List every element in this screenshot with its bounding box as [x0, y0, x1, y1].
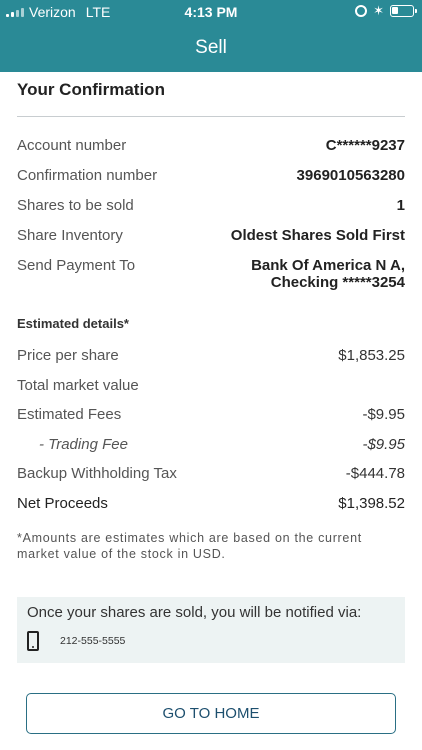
backup-withholding-label: Backup Withholding Tax — [17, 465, 177, 482]
notification-phone-number: 212-555-5555 — [60, 635, 126, 647]
payment-bank: Bank Of America N A, — [251, 257, 405, 274]
estimated-fees-label: Estimated Fees — [17, 406, 122, 423]
send-payment-label: Send Payment To — [17, 257, 136, 274]
estimated-details-heading: Estimated details* — [17, 316, 129, 331]
confirmation-details: Account number C******9237 Confirmation … — [17, 137, 405, 315]
notification-phone-line: 212-555-5555 — [27, 631, 395, 651]
share-inventory-row: Share Inventory Oldest Shares Sold First — [17, 227, 405, 257]
section-title: Your Confirmation — [17, 80, 165, 99]
send-payment-value: Bank Of America N A, Checking *****3254 — [251, 257, 405, 291]
confirmation-content: Your Confirmation Account number C******… — [17, 72, 405, 562]
page-title: Sell — [195, 37, 227, 58]
bluetooth-icon: ✶ — [373, 3, 384, 18]
total-market-value-label: Total market value — [17, 376, 139, 394]
notification-box: Once your shares are sold, you will be n… — [17, 597, 405, 663]
estimated-fees-row: Estimated Fees -$9.95 — [17, 406, 405, 436]
price-per-share-row: Price per share $1,853.25 — [17, 347, 405, 377]
send-payment-row: Send Payment To Bank Of America N A, Che… — [17, 257, 405, 315]
estimated-fees-value: -$9.95 — [362, 406, 405, 423]
account-number-row: Account number C******9237 — [17, 137, 405, 167]
nav-bar: Sell — [0, 26, 422, 72]
estimate-disclaimer: *Amounts are estimates which are based o… — [17, 531, 362, 561]
backup-withholding-value: -$444.78 — [345, 465, 405, 482]
total-market-value-row: Total market value — [17, 377, 405, 407]
price-per-share-value: $1,853.25 — [338, 347, 405, 364]
alarm-clock-icon — [355, 5, 368, 17]
estimated-details: Price per share $1,853.25 Total market v… — [17, 347, 405, 524]
payment-account: Checking *****3254 — [270, 274, 405, 291]
account-number-value: C******9237 — [325, 137, 405, 154]
shares-to-be-sold-row: Shares to be sold 1 — [17, 197, 405, 227]
status-right: ✶ — [355, 3, 417, 18]
shares-to-be-sold-label: Shares to be sold — [17, 197, 134, 214]
net-proceeds-value: $1,398.52 — [338, 494, 405, 512]
net-proceeds-row: Net Proceeds $1,398.52 — [17, 495, 405, 525]
section-divider — [17, 116, 405, 117]
share-inventory-label: Share Inventory — [17, 227, 123, 244]
status-bar: Verizon LTE 4:13 PM ✶ — [0, 0, 422, 26]
mobile-phone-icon — [27, 631, 39, 651]
go-to-home-button[interactable]: GO TO HOME — [26, 693, 396, 734]
trading-fee-value: -$9.95 — [362, 435, 405, 453]
shares-to-be-sold-value: 1 — [396, 197, 405, 214]
backup-withholding-row: Backup Withholding Tax -$444.78 — [17, 465, 405, 495]
trading-fee-row: - Trading Fee -$9.95 — [17, 436, 405, 466]
price-per-share-label: Price per share — [17, 347, 119, 364]
confirmation-number-label: Confirmation number — [17, 167, 158, 184]
net-proceeds-label: Net Proceeds — [17, 494, 108, 512]
notification-text: Once your shares are sold, you will be n… — [27, 604, 362, 621]
confirmation-number-value: 3969010563280 — [296, 167, 405, 184]
trading-fee-label: - Trading Fee — [39, 435, 128, 453]
confirmation-number-row: Confirmation number 3969010563280 — [17, 167, 405, 197]
account-number-label: Account number — [17, 137, 127, 154]
battery-icon — [390, 5, 417, 17]
share-inventory-value: Oldest Shares Sold First — [230, 227, 405, 244]
